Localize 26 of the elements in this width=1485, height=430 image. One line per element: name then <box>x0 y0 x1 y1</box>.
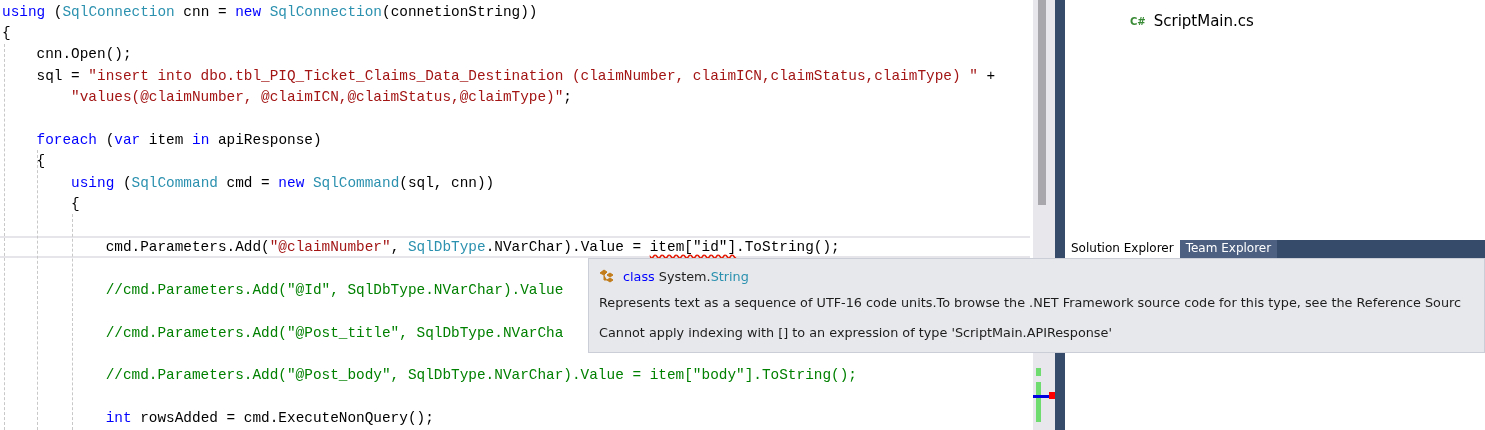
code-line: //cmd.Parameters.Add("@Post_title", SqlDbType.NVarCha <box>104 323 564 343</box>
code-line: //cmd.Parameters.Add("@Id", SqlDbType.NVarChar).Value <box>104 280 564 300</box>
code-line: //cmd.Parameters.Add("@Post_body", SqlDbType.NVarChar).Value = item["body"].ToString(); <box>104 366 857 386</box>
scrollbar-thumb[interactable] <box>1038 0 1046 205</box>
code-line: { <box>70 195 80 215</box>
error-marker <box>1049 392 1055 399</box>
change-marker <box>1036 382 1041 422</box>
code-line: "values(@claimNumber, @claimICN,@claimStatus,@claimType)"; <box>70 88 572 108</box>
class-icon <box>599 269 615 283</box>
code-line: sql = "insert into dbo.tbl_PIQ_Ticket_Claims_Data_Destination (claimNumber, claimICN,claimStatus,claimType) " + <box>35 66 996 86</box>
current-code-line: cmd.Parameters.Add("@claimNumber", SqlDbType.NVarChar).Value = item["id"].ToString(); <box>0 236 1030 258</box>
code-line: { <box>1 24 11 44</box>
code-line: { <box>35 152 46 172</box>
file-name[interactable]: ScriptMain.cs <box>1153 12 1254 30</box>
code-line: cnn.Open(); <box>35 45 132 65</box>
code-line: using (SqlConnection cnn = new SqlConnection(connetionString)) <box>1 2 538 22</box>
change-marker <box>1036 368 1041 376</box>
code-line: foreach (var item in apiResponse) <box>35 131 322 151</box>
code-line: using (SqlCommand cmd = new SqlCommand(sql, cnn)) <box>70 173 495 193</box>
panel-tab[interactable]: Solution Explorer <box>1065 240 1180 258</box>
code-line: int rowsAdded = cmd.ExecuteNonQuery(); <box>104 409 434 429</box>
panel-tab[interactable]: Team Explorer <box>1179 240 1278 258</box>
error-message: Cannot apply indexing with [] to an expression of type 'ScriptMain.APIResponse' <box>599 324 1112 340</box>
type-description: Represents text as a sequence of UTF-16 code units.To browse the .NET Framework source code for this type, see the Reference Sourc <box>599 294 1462 310</box>
type-signature: class System.String <box>623 268 749 284</box>
csharp-file-icon: C# <box>1130 15 1146 27</box>
